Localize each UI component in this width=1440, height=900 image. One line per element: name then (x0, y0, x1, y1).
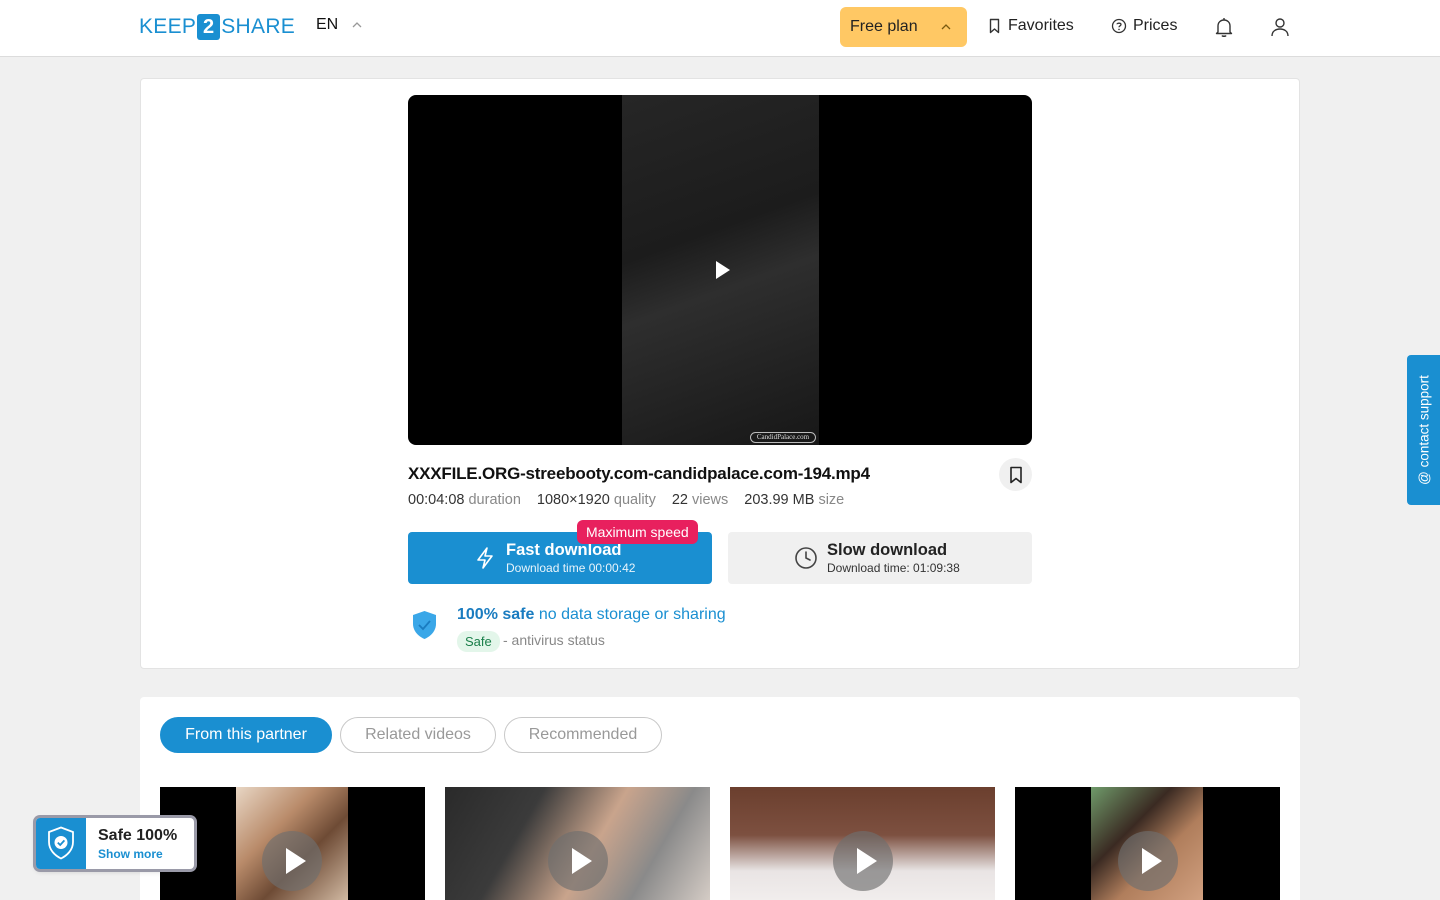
file-metadata: 00:04:08 duration 1080×1920 quality 22 v… (408, 492, 844, 508)
user-icon[interactable] (1268, 15, 1292, 39)
safety-headline-rest: no data storage or sharing (538, 606, 726, 623)
size-label: size (818, 492, 845, 508)
tab-related-videos[interactable]: Related videos (340, 717, 496, 753)
maximum-speed-badge: Maximum speed (577, 520, 698, 544)
antivirus-safe-badge: Safe (457, 631, 500, 652)
video-thumbnail[interactable] (730, 787, 995, 900)
duration-value: 00:04:08 (408, 492, 465, 508)
keep2share-logo[interactable]: KEEP 2 SHARE (139, 14, 295, 40)
logo-text-2: 2 (197, 14, 221, 40)
prices-link[interactable]: Prices (1111, 17, 1177, 35)
quality-value: 1080×1920 (536, 492, 610, 508)
language-label: EN (316, 16, 339, 33)
chevron-up-icon (352, 22, 362, 28)
duration-label: duration (468, 492, 521, 508)
bookmark-icon (989, 18, 1000, 34)
slow-download-title: Slow download (827, 541, 948, 559)
views-label: views (692, 492, 729, 508)
logo-text-share: SHARE (221, 15, 296, 38)
bell-icon[interactable] (1212, 15, 1236, 39)
slow-download-button[interactable]: Slow download Download time: 01:09:38 (728, 532, 1032, 584)
chevron-up-icon (941, 24, 951, 30)
tab-from-this-partner[interactable]: From this partner (160, 717, 332, 753)
safe-widget-icon-box (36, 818, 86, 869)
views-meta: 22 views (672, 492, 728, 508)
shield-check-icon (48, 826, 74, 860)
bookmark-icon (1009, 466, 1022, 483)
fast-download-time: Download time 00:00:42 (506, 561, 636, 575)
video-thumbnail[interactable] (160, 787, 425, 900)
free-plan-dropdown[interactable]: Free plan (840, 7, 967, 47)
plan-label: Free plan (850, 18, 918, 35)
play-icon[interactable] (1118, 831, 1178, 891)
top-navigation-bar: KEEP 2 SHARE EN Free plan Favorites Prices (0, 0, 1440, 57)
play-icon[interactable] (262, 831, 322, 891)
quality-meta: 1080×1920 quality (537, 492, 656, 508)
slow-download-time: Download time: 01:09:38 (827, 561, 960, 575)
lightning-icon (477, 547, 493, 569)
video-thumbnail[interactable] (445, 787, 710, 900)
favorites-link[interactable]: Favorites (987, 17, 1074, 35)
favorites-label: Favorites (1008, 17, 1074, 34)
logo-text-keep: KEEP (139, 15, 197, 38)
help-circle-icon (1111, 18, 1127, 34)
video-watermark: CandidPalace.com (750, 432, 816, 443)
play-icon[interactable] (833, 831, 893, 891)
play-icon[interactable] (548, 831, 608, 891)
contact-support-label: @ contact support (1416, 375, 1431, 485)
prices-label: Prices (1133, 17, 1178, 34)
tab-recommended[interactable]: Recommended (504, 717, 662, 753)
file-name: XXXFILE.ORG-streebooty.com-candidpalace.… (408, 464, 870, 483)
views-value: 22 (671, 492, 688, 508)
clock-icon (795, 547, 817, 569)
add-to-favorites-button[interactable] (999, 458, 1032, 491)
safety-headline: 100% safe no data storage or sharing (457, 606, 726, 624)
safe-100-widget[interactable]: Safe 100% Show more (36, 818, 194, 869)
language-selector[interactable]: EN (316, 16, 362, 34)
video-player[interactable]: CandidPalace.com (408, 95, 1032, 445)
duration-meta: 00:04:08 duration (408, 492, 521, 508)
antivirus-status-text: - antivirus status (503, 632, 605, 648)
video-thumbnail[interactable] (1015, 787, 1280, 900)
safe-widget-title: Safe 100% (98, 827, 178, 844)
size-value: 203.99 MB (744, 492, 815, 508)
shield-check-icon (413, 611, 436, 639)
play-icon[interactable] (714, 260, 732, 280)
contact-support-tab[interactable]: @ contact support (1407, 355, 1440, 505)
show-more-link[interactable]: Show more (98, 847, 163, 861)
size-meta: 203.99 MB size (744, 492, 844, 508)
quality-label: quality (613, 492, 656, 508)
safety-headline-bold: 100% safe (457, 606, 535, 623)
